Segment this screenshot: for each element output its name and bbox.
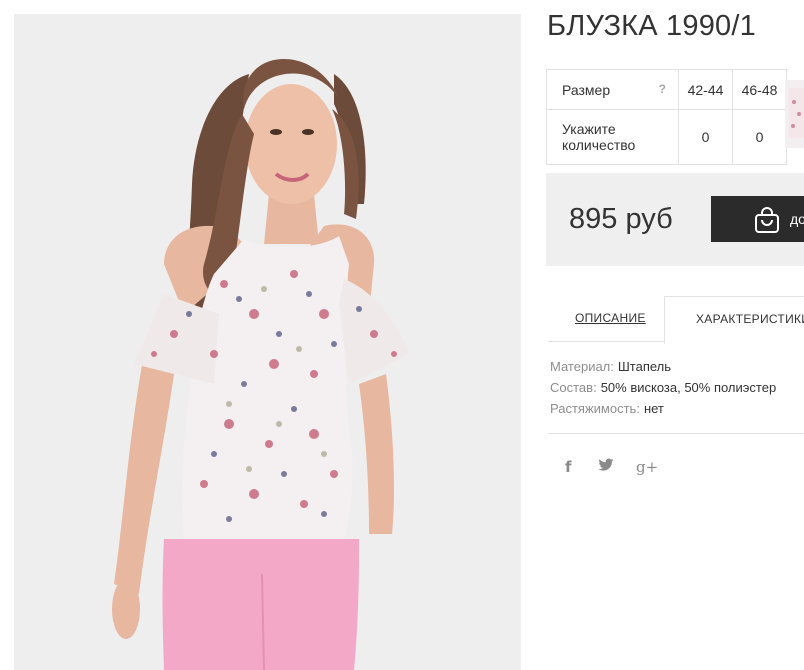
size-column-46-48: 46-48 bbox=[732, 69, 787, 110]
googleplus-icon[interactable]: g+ bbox=[636, 458, 658, 476]
tab-characteristics[interactable]: ХАРАКТЕРИСТИКИ bbox=[664, 296, 804, 344]
add-to-cart-label: до bbox=[790, 211, 804, 227]
size-help-icon[interactable]: ? bbox=[659, 82, 666, 96]
divider bbox=[548, 433, 804, 434]
product-photo[interactable] bbox=[14, 14, 521, 670]
quantity-label: Укажите количество bbox=[562, 121, 636, 153]
spec-row: Растяжимость: нет bbox=[550, 400, 776, 421]
quantity-input-42-44[interactable]: 0 bbox=[678, 109, 733, 165]
product-photo-illustration bbox=[112, 59, 409, 670]
size-header-cell: Размер ? bbox=[546, 69, 679, 110]
shopping-bag-icon bbox=[755, 207, 779, 233]
twitter-bird-icon bbox=[598, 458, 614, 471]
size-column-42-44: 42-44 bbox=[678, 69, 733, 110]
spec-key: Растяжимость: bbox=[550, 401, 640, 416]
spec-key: Состав: bbox=[550, 380, 597, 395]
price-value: 895 руб bbox=[569, 203, 673, 235]
add-to-cart-button[interactable]: до bbox=[711, 196, 804, 242]
quantity-label-cell: Укажите количество bbox=[546, 109, 679, 165]
size-table: Размер ? 42-44 46-48 Укажите количество … bbox=[546, 69, 787, 165]
tab-description[interactable]: ОПИСАНИЕ bbox=[575, 311, 646, 325]
twitter-icon[interactable] bbox=[598, 458, 614, 476]
facebook-icon[interactable]: f bbox=[565, 458, 572, 476]
tab-characteristics-label: ХАРАКТЕРИСТИКИ bbox=[696, 312, 804, 326]
quantity-input-46-48[interactable]: 0 bbox=[732, 109, 787, 165]
spec-key: Материал: bbox=[550, 359, 614, 374]
product-thumbnail[interactable] bbox=[785, 80, 804, 148]
spec-value: 50% вискоза, 50% полиэстер bbox=[600, 380, 777, 395]
spec-row: Состав: 50% вискоза, 50% полиэстер bbox=[550, 379, 776, 400]
thumbnail-image bbox=[789, 88, 804, 138]
spec-row: Материал: Штапель bbox=[550, 358, 776, 379]
product-title: БЛУЗКА 1990/1 bbox=[547, 10, 756, 42]
characteristics-list: Материал: Штапель Состав: 50% вискоза, 50%… bbox=[550, 358, 776, 421]
spec-value: нет bbox=[643, 401, 664, 416]
spec-value: Штапель bbox=[617, 359, 672, 374]
size-label: Размер bbox=[562, 81, 611, 98]
